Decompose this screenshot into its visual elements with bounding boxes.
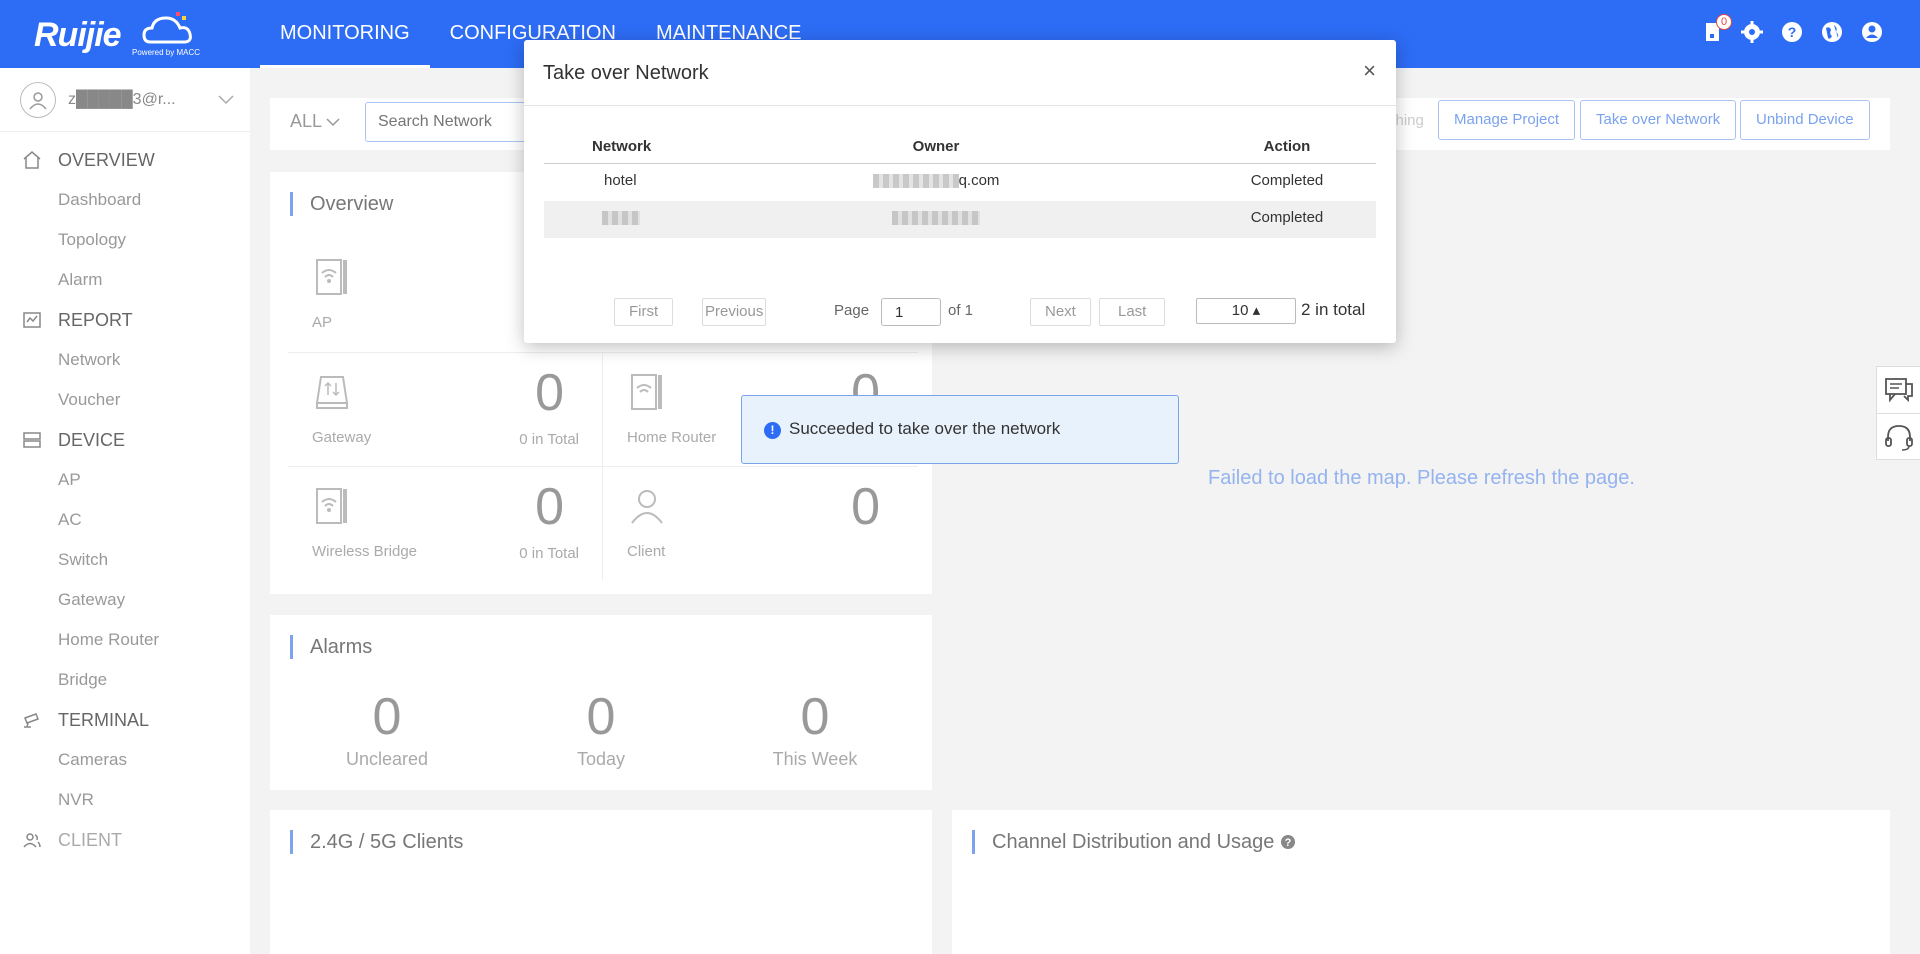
success-toast: ! Succeeded to take over the network — [741, 395, 1179, 464]
modal-title: Take over Network — [543, 62, 709, 84]
table-header: Network Owner Action — [544, 132, 1376, 164]
row-action: Completed — [1250, 172, 1324, 189]
network-table: Network Owner Action hotel q.com Complet… — [544, 132, 1376, 238]
info-icon: ! — [764, 422, 781, 439]
page-of-label: of 1 — [948, 302, 974, 319]
close-icon[interactable]: × — [1363, 58, 1376, 84]
header-network: Network — [592, 138, 652, 155]
take-over-network-modal: Take over Network × Network Owner Action… — [524, 40, 1396, 343]
redacted-owner — [872, 174, 959, 189]
table-row[interactable]: hotel q.com Completed — [544, 164, 1376, 201]
row-network: hotel — [604, 172, 637, 189]
previous-page-button[interactable]: Previous — [702, 298, 767, 326]
modal-header: Take over Network × — [524, 40, 1396, 106]
next-page-button[interactable]: Next — [1030, 298, 1091, 326]
page-size-select[interactable]: 10 ▴ — [1196, 298, 1296, 324]
page-number-input[interactable] — [881, 298, 941, 326]
total-count: 2 in total — [1301, 300, 1366, 319]
row-network — [602, 209, 640, 226]
header-owner: Owner — [912, 138, 960, 155]
first-page-button[interactable]: First — [614, 298, 674, 326]
row-owner-suffix: q.com — [958, 172, 1000, 189]
toast-message: Succeeded to take over the network — [789, 419, 1061, 438]
redacted-owner — [892, 211, 980, 226]
page-label: Page — [834, 302, 870, 319]
pagination: First Previous Page of 1 Next Last 10 ▴ … — [544, 298, 1376, 328]
header-action: Action — [1263, 138, 1311, 155]
redacted-network — [602, 211, 640, 226]
row-owner — [836, 209, 1036, 226]
table-row[interactable]: Completed — [544, 201, 1376, 238]
last-page-button[interactable]: Last — [1099, 298, 1166, 326]
row-action: Completed — [1250, 209, 1324, 226]
row-owner: q.com — [836, 172, 1036, 189]
